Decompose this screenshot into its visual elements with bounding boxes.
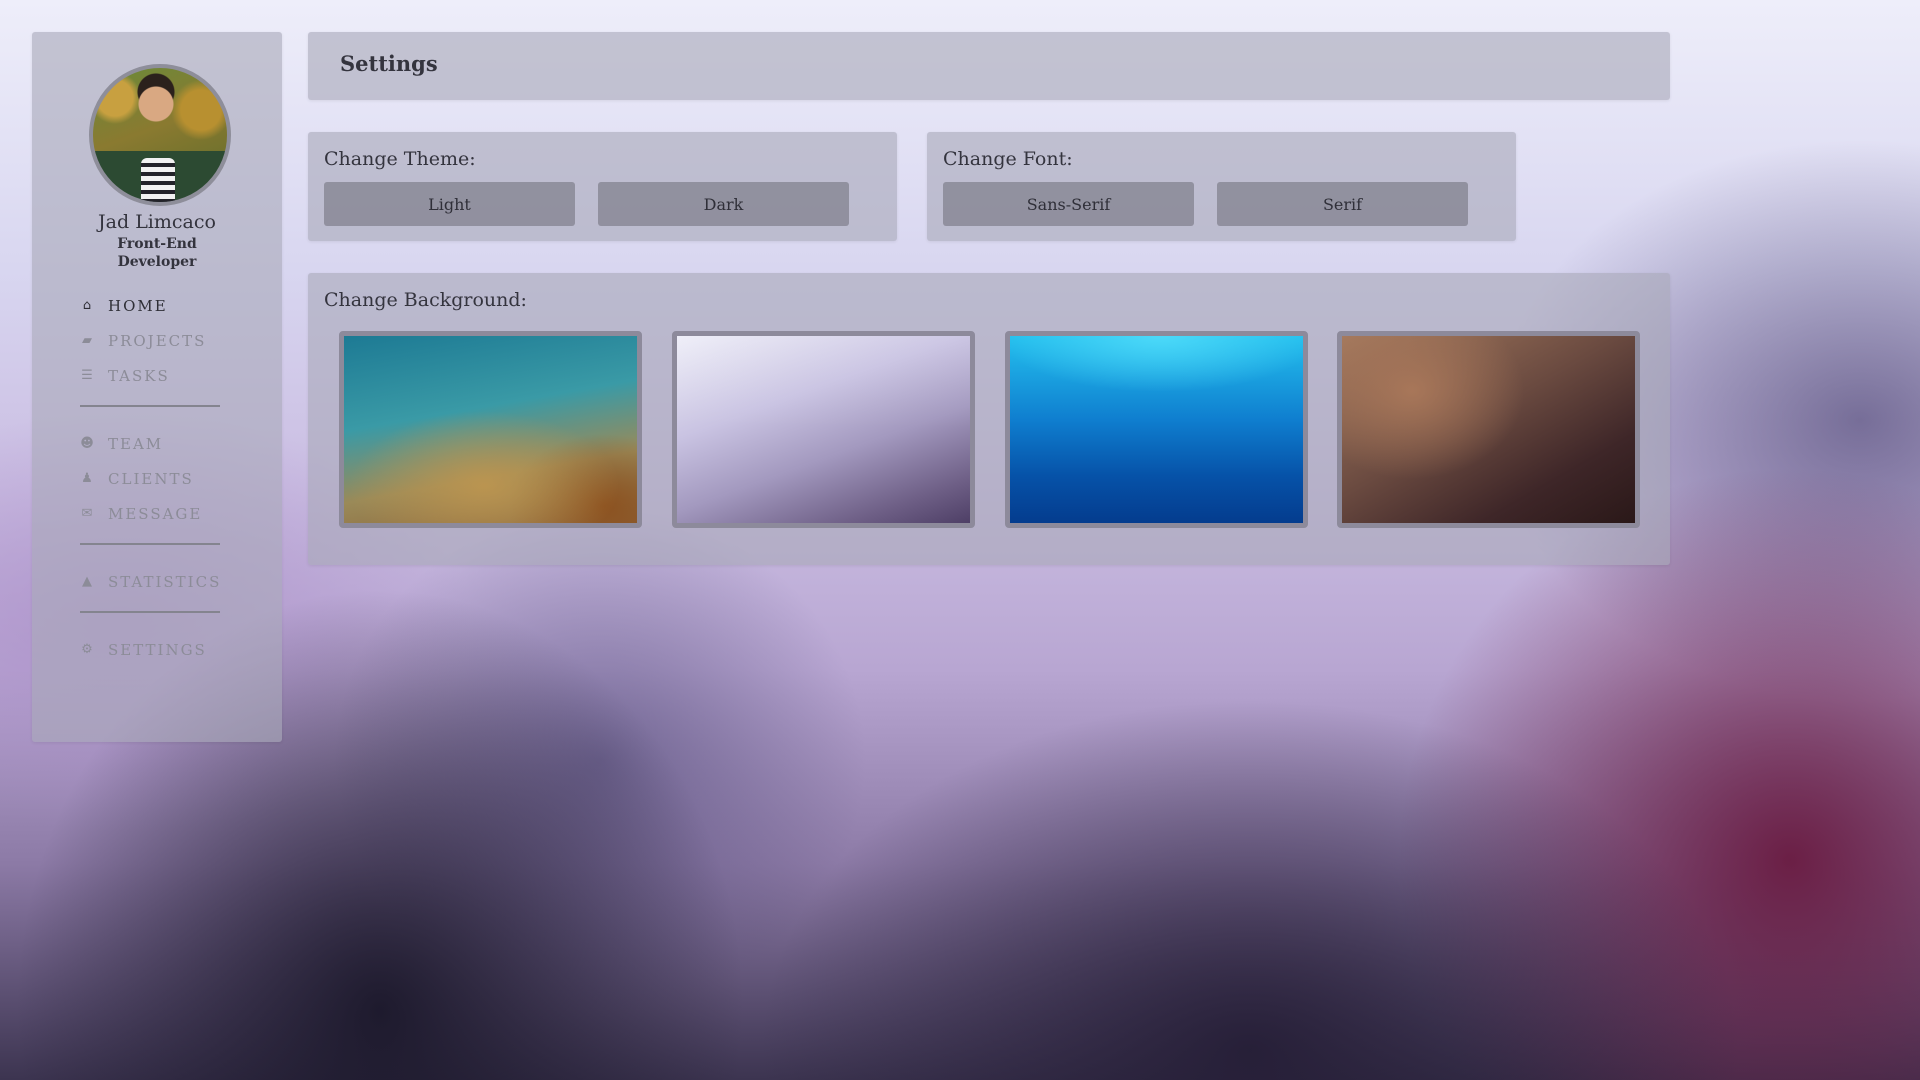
sidebar-item-clients[interactable]: ♟ CLIENTS bbox=[80, 461, 260, 496]
dark-theme-button[interactable]: Dark bbox=[598, 182, 849, 226]
background-label: Change Background: bbox=[324, 289, 527, 311]
briefcase-icon: ▰ bbox=[82, 333, 94, 348]
sidebar: Jad Limcaco Front-End Developer ⌂ HOME ▰… bbox=[32, 32, 282, 742]
light-theme-button[interactable]: Light bbox=[324, 182, 575, 226]
nav-divider bbox=[80, 405, 220, 407]
background-thumbnail-brown[interactable] bbox=[1337, 331, 1640, 528]
home-icon: ⌂ bbox=[82, 298, 94, 313]
sidebar-item-tasks[interactable]: ☰ TASKS bbox=[80, 358, 260, 393]
avatar[interactable] bbox=[89, 64, 231, 206]
sidebar-item-label: PROJECTS bbox=[108, 331, 207, 350]
sidebar-item-home[interactable]: ⌂ HOME bbox=[80, 288, 260, 323]
tasks-icon: ☰ bbox=[81, 368, 95, 383]
nav-divider bbox=[80, 611, 220, 613]
sidebar-item-statistics[interactable]: ▲ STATISTICS bbox=[80, 564, 260, 599]
settings-icon: ⚙ bbox=[81, 642, 95, 657]
statistics-icon: ▲ bbox=[82, 574, 94, 589]
background-thumbnail-teal-gold[interactable] bbox=[339, 331, 642, 528]
font-label: Change Font: bbox=[943, 148, 1073, 170]
sidebar-item-label: MESSAGE bbox=[108, 504, 203, 523]
sidebar-item-label: HOME bbox=[108, 296, 168, 315]
background-card: Change Background: bbox=[308, 273, 1670, 565]
sidebar-item-message[interactable]: ✉ MESSAGE bbox=[80, 496, 260, 531]
sidebar-item-settings[interactable]: ⚙ SETTINGS bbox=[80, 632, 260, 667]
sidebar-item-label: TASKS bbox=[108, 366, 170, 385]
background-thumbnail-blue[interactable] bbox=[1005, 331, 1308, 528]
message-icon: ✉ bbox=[81, 506, 95, 521]
profile-role: Front-End Developer bbox=[117, 236, 197, 270]
sidebar-item-team[interactable]: ☻ TEAM bbox=[80, 426, 260, 461]
sans-serif-font-button[interactable]: Sans-Serif bbox=[943, 182, 1194, 226]
page-title: Settings bbox=[340, 51, 438, 76]
font-card: Change Font: Sans-Serif Serif bbox=[927, 132, 1516, 241]
team-icon: ☻ bbox=[80, 436, 96, 451]
sidebar-item-label: TEAM bbox=[108, 434, 164, 453]
serif-font-button[interactable]: Serif bbox=[1217, 182, 1468, 226]
sidebar-item-label: CLIENTS bbox=[108, 469, 194, 488]
sidebar-nav: ⌂ HOME ▰ PROJECTS ☰ TASKS ☻ TEAM ♟ CLIEN… bbox=[80, 288, 260, 667]
avatar-shirt bbox=[141, 158, 175, 202]
sidebar-item-label: SETTINGS bbox=[108, 640, 207, 659]
theme-card: Change Theme: Light Dark bbox=[308, 132, 897, 241]
nav-divider bbox=[80, 543, 220, 545]
page-header: Settings bbox=[308, 32, 1670, 100]
clients-icon: ♟ bbox=[81, 471, 95, 486]
sidebar-item-label: STATISTICS bbox=[108, 572, 222, 591]
sidebar-item-projects[interactable]: ▰ PROJECTS bbox=[80, 323, 260, 358]
background-thumbnail-lavender[interactable] bbox=[672, 331, 975, 528]
theme-label: Change Theme: bbox=[324, 148, 476, 170]
profile-name: Jad Limcaco bbox=[98, 211, 216, 233]
